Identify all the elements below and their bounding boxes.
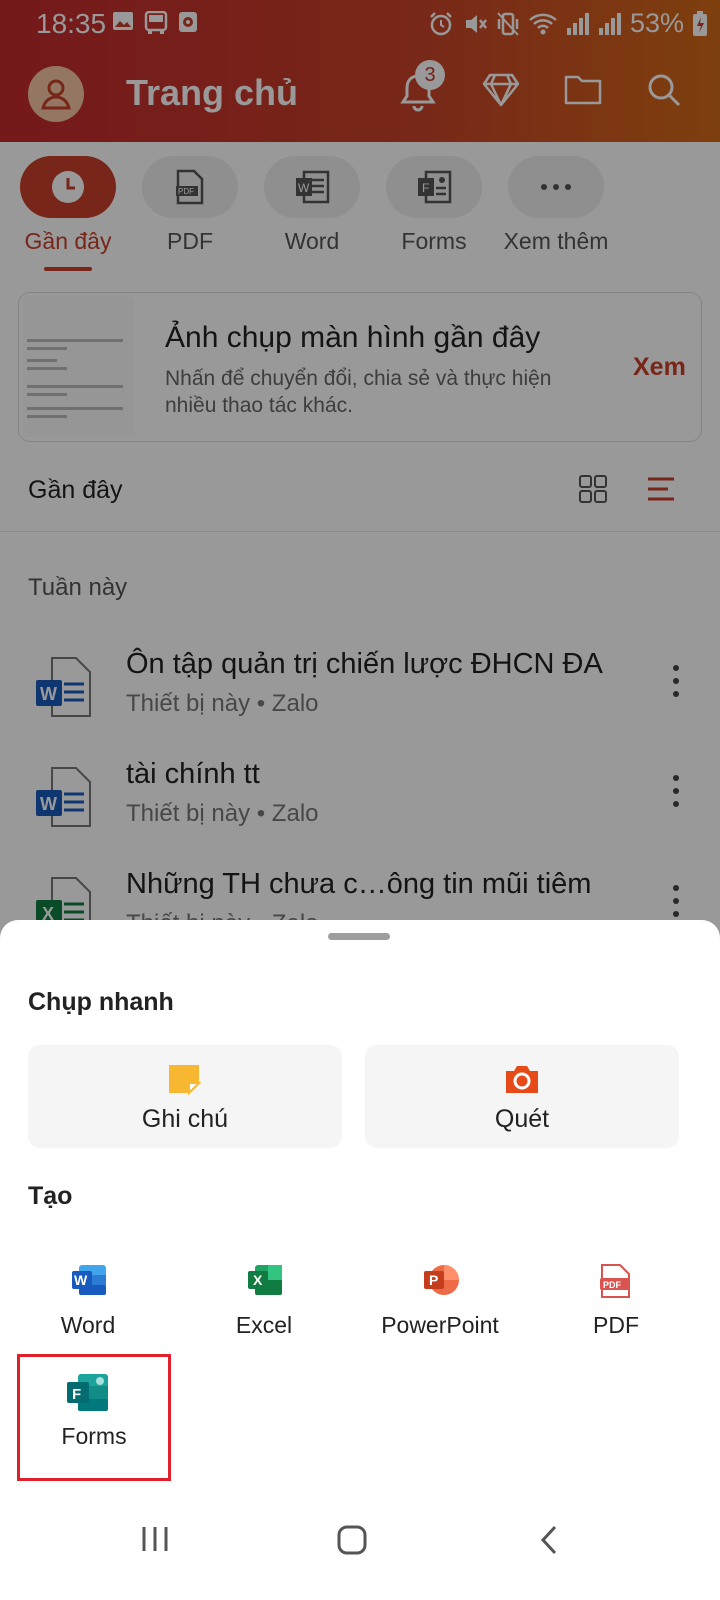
home-nav-icon[interactable]: [336, 1524, 368, 1556]
create-excel-label: Excel: [235, 1312, 293, 1338]
note-button[interactable]: Ghi chú: [28, 1045, 342, 1148]
note-label: Ghi chú: [141, 1105, 229, 1133]
recents-nav-icon[interactable]: [140, 1524, 170, 1554]
pdf-app-icon: PDF: [600, 1264, 630, 1298]
create-powerpoint-label: PowerPoint: [381, 1312, 499, 1338]
create-word-label: Word: [60, 1312, 116, 1338]
excel-app-icon: X: [248, 1265, 282, 1295]
svg-text:P: P: [429, 1272, 438, 1288]
forms-app-icon: F: [67, 1374, 108, 1411]
create-excel-button[interactable]: X Excel: [179, 1252, 349, 1342]
create-title: Tạo: [28, 1182, 73, 1210]
scan-label: Quét: [494, 1105, 550, 1133]
screen: 18:35 53% Trang chủ 3 PDF W F Gần đây PD…: [0, 0, 720, 1600]
quick-capture-title: Chụp nhanh: [28, 988, 174, 1016]
svg-text:W: W: [74, 1272, 88, 1288]
sticky-note-icon: [169, 1065, 201, 1095]
create-pdf-label: PDF: [593, 1312, 639, 1338]
system-navigation-bar: [0, 1490, 720, 1600]
create-pdf-button[interactable]: PDF PDF: [531, 1252, 701, 1342]
svg-text:PDF: PDF: [603, 1280, 622, 1290]
create-forms-label: Forms: [61, 1423, 127, 1449]
create-powerpoint-button[interactable]: P PowerPoint: [355, 1252, 525, 1342]
powerpoint-app-icon: P: [424, 1265, 459, 1295]
scan-button[interactable]: Quét: [365, 1045, 679, 1148]
word-app-icon: W: [72, 1265, 106, 1295]
create-forms-button[interactable]: F Forms: [17, 1354, 171, 1481]
svg-text:F: F: [72, 1386, 81, 1403]
sheet-drag-handle[interactable]: [328, 933, 390, 940]
svg-text:X: X: [253, 1272, 263, 1288]
back-nav-icon[interactable]: [538, 1524, 560, 1556]
create-word-button[interactable]: W Word: [3, 1252, 173, 1342]
camera-icon: [506, 1066, 538, 1093]
